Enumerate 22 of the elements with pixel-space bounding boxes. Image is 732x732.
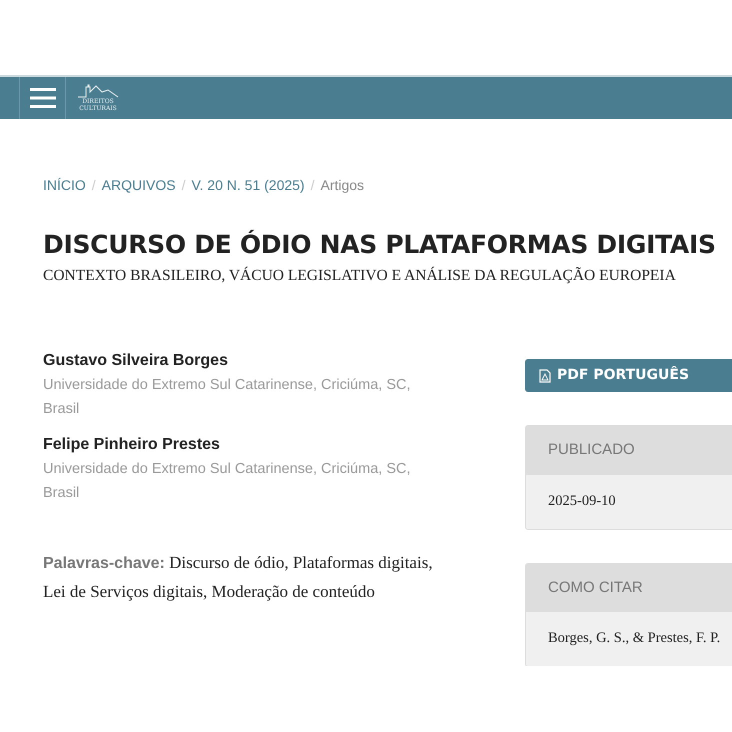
breadcrumb-link[interactable]: ARQUIVOS bbox=[102, 175, 176, 196]
breadcrumb-separator: / bbox=[182, 176, 186, 195]
author-affiliation: Universidade do Extremo Sul Catarinense, Criciúma, SC, Brasil bbox=[43, 376, 412, 420]
breadcrumb-link[interactable]: V. 20 N. 51 (2025) bbox=[191, 175, 305, 196]
pdf-button[interactable]: PDF PORTUGUÊS bbox=[525, 359, 732, 392]
breadcrumb-separator: / bbox=[310, 176, 314, 195]
panel-value: 2025-09-10 bbox=[547, 492, 617, 511]
menu-icon bbox=[30, 87, 56, 109]
keywords-text: Palavras-chave: Discurso de ódio, Plataformas digitais, Lei de Serviços digitais, Moderação de conteúdo bbox=[43, 552, 434, 604]
breadcrumb-current: Artigos bbox=[320, 176, 364, 195]
author-name: Gustavo Silveira Borges bbox=[43, 351, 229, 372]
article-title: DISCURSO DE ÓDIO NAS PLATAFORMAS DIGITAIS bbox=[43, 230, 717, 260]
author-affiliation: Universidade do Extremo Sul Catarinense, Criciúma, SC, Brasil bbox=[43, 460, 412, 504]
breadcrumb-separator: / bbox=[92, 176, 96, 195]
article-subtitle: CONTEXTO BRASILEIRO, VÁCUO LEGISLATIVO E ANÁLISE DA REGULAÇÃO EUROPEIA bbox=[43, 266, 677, 286]
logo-icon bbox=[76, 84, 120, 98]
breadcrumb-link[interactable]: INÍCIO bbox=[43, 175, 86, 196]
panel-value: Borges, G. S., & Prestes, F. P. bbox=[547, 629, 722, 648]
panel-heading: PUBLICADO bbox=[526, 426, 732, 475]
panel-heading: COMO CITAR bbox=[526, 564, 732, 612]
pdf-file-icon bbox=[539, 368, 551, 383]
author-name: Felipe Pinheiro Prestes bbox=[43, 435, 221, 456]
